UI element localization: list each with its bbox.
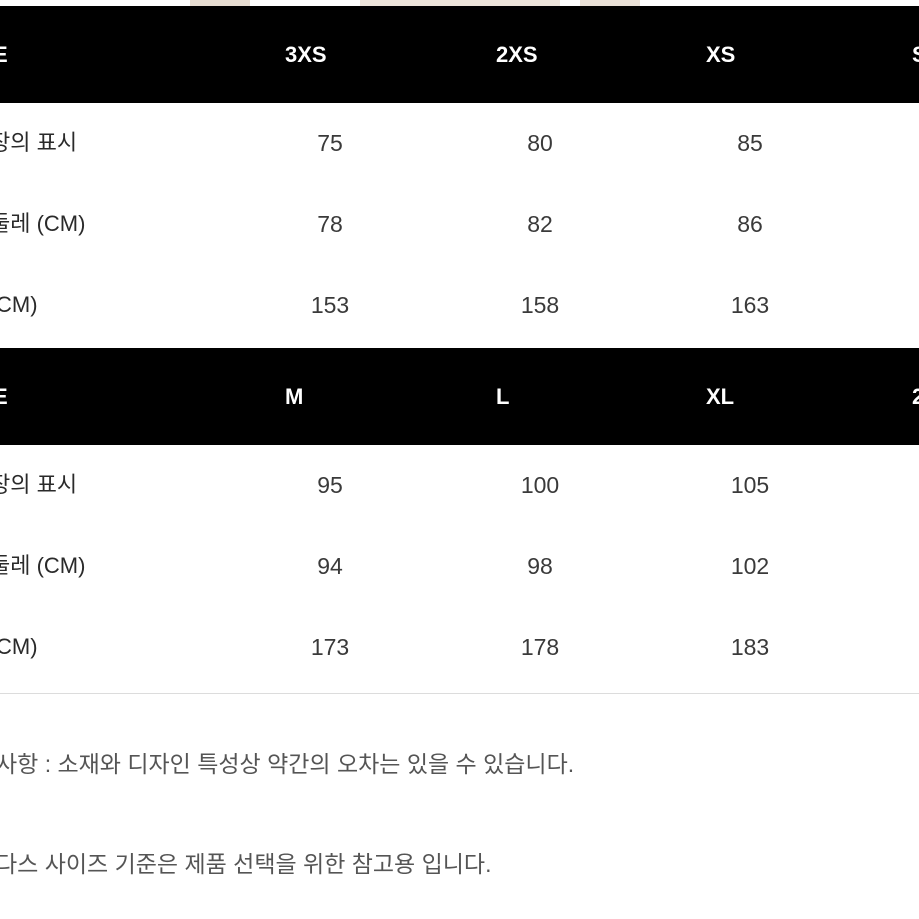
reference-note: 다스 사이즈 기준은 제품 선택을 위한 참고용 입니다. <box>0 851 492 877</box>
row-value: 82 <box>527 211 553 237</box>
row-value: 105 <box>730 472 770 498</box>
row-value: 183 <box>730 634 770 660</box>
size-header-cell: XL <box>706 384 735 409</box>
size-header-cell-cropped: S <box>912 6 919 103</box>
row-label: CM) <box>0 634 38 659</box>
size-header-row: E 3XS 2XS XS S <box>0 6 919 103</box>
size-header-cell: M <box>285 384 304 409</box>
size-header-cell: 3XS <box>285 42 327 67</box>
row-label: 둘레 (CM) <box>0 553 86 578</box>
size-header-label: E <box>0 384 8 409</box>
size-header-row: E M L XL 2 <box>0 348 919 445</box>
table-row: CM) 173 178 183 <box>0 607 919 687</box>
divider <box>0 693 919 694</box>
size-chart-page: E 3XS 2XS XS S 장의 표시 75 80 85 둘레 (CM) 78… <box>0 0 919 919</box>
table-row: 둘레 (CM) 94 98 102 <box>0 526 919 606</box>
size-header-cell: XS <box>706 42 736 67</box>
row-value: 85 <box>737 130 763 156</box>
size-header-cell: 2XS <box>496 42 538 67</box>
size-header-label: E <box>0 42 8 67</box>
table-row: 둘레 (CM) 78 82 86 <box>0 184 919 264</box>
row-label: CM) <box>0 292 38 317</box>
size-header-cell-cropped: 2 <box>912 384 919 409</box>
row-value: 153 <box>310 292 350 318</box>
table-row: 장의 표시 95 100 105 <box>0 445 919 525</box>
row-value: 80 <box>527 130 553 156</box>
row-label: 장의 표시 <box>0 472 78 497</box>
row-value: 163 <box>730 292 770 318</box>
row-label: 장의 표시 <box>0 130 78 155</box>
table-row: 장의 표시 75 80 85 <box>0 103 919 183</box>
row-value: 75 <box>317 130 343 156</box>
row-value: 100 <box>520 472 560 498</box>
row-value: 102 <box>730 553 770 579</box>
disclaimer-note: 사항 : 소재와 디자인 특성상 약간의 오차는 있을 수 있습니다. <box>0 751 575 777</box>
row-value: 158 <box>520 292 560 318</box>
table-row: CM) 153 158 163 <box>0 265 919 345</box>
row-value: 86 <box>737 211 763 237</box>
row-label: 둘레 (CM) <box>0 211 86 236</box>
row-value: 173 <box>310 634 350 660</box>
row-value: 95 <box>317 472 343 498</box>
row-value: 94 <box>317 553 343 579</box>
row-value: 178 <box>520 634 560 660</box>
row-value: 78 <box>317 211 343 237</box>
row-value: 98 <box>527 553 553 579</box>
size-header-cell: L <box>496 384 510 409</box>
